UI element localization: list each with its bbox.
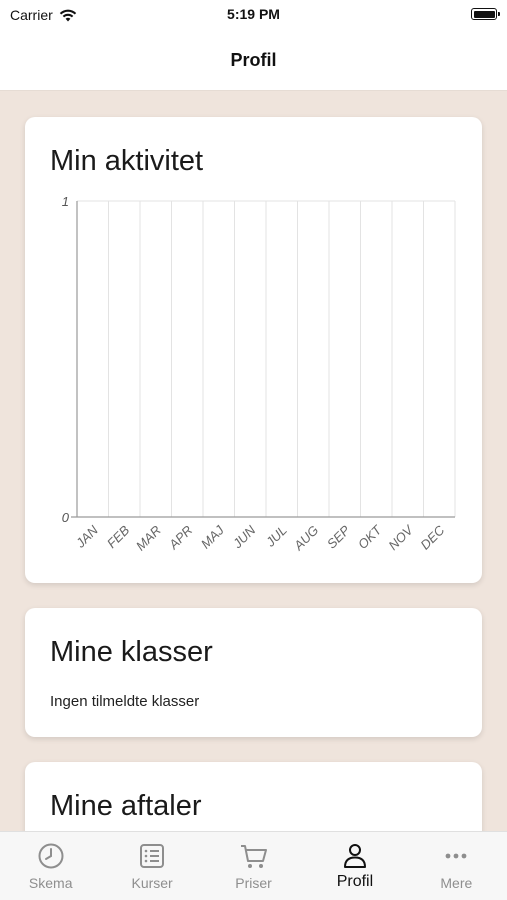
more-icon [445,853,467,859]
page-title: Profil [230,50,277,70]
x-tick-label: OKT [355,522,385,552]
cart-icon [240,845,267,868]
tab-profil[interactable]: Profil [304,832,405,900]
x-tick-label: MAR [133,523,164,554]
activity-chart: 0 1 JAN FEB MAR APR MAJ JUN JUL AUG SEP OKT NOV DEC [62,194,456,554]
x-tick-label: NOV [385,522,416,553]
x-tick-label: AUG [290,523,321,554]
battery-icon [471,8,500,20]
appointments-title: Mine aftaler [50,790,202,822]
status-time: 5:19 PM [227,6,280,22]
x-tick-label: SEP [324,522,353,551]
list-icon [140,844,165,868]
clock-icon [38,843,64,869]
classes-card: Mine klasser Ingen tilmeldte klasser [25,608,482,737]
tab-bar: Skema Kurser Priser Profil Mere [0,831,507,900]
x-tick-label: FEB [104,522,133,551]
tab-mere[interactable]: Mere [406,832,507,900]
y-tick-label: 1 [62,194,69,209]
tab-mere-label: Mere [440,875,473,891]
x-tick-label: JUL [262,523,290,551]
activity-card: Min aktivitet 0 1 JAN FEB MAR APR MAJ JUN JUL AUG… [25,117,482,583]
tab-skema[interactable]: Skema [0,832,101,900]
classes-empty-text: Ingen tilmeldte klasser [50,693,200,710]
tab-kurser-label: Kurser [131,875,173,891]
person-icon [343,844,366,868]
x-tick-label: DEC [417,522,447,552]
x-tick-label: JUN [229,522,259,552]
classes-title: Mine klasser [50,636,213,668]
x-tick-label: APR [165,523,195,553]
status-bar: Carrier 5:19 PM [0,0,507,30]
y-tick-label: 0 [62,510,70,525]
x-tick-label: MAJ [198,522,227,551]
tab-priser-label: Priser [235,875,272,891]
nav-bar: Profil [0,30,507,91]
tab-kurser[interactable]: Kurser [101,832,202,900]
activity-title: Min aktivitet [50,145,204,177]
tab-profil-label: Profil [336,873,374,890]
tab-priser[interactable]: Priser [203,832,304,900]
tab-skema-label: Skema [28,875,73,891]
x-tick-label: JAN [72,522,101,551]
